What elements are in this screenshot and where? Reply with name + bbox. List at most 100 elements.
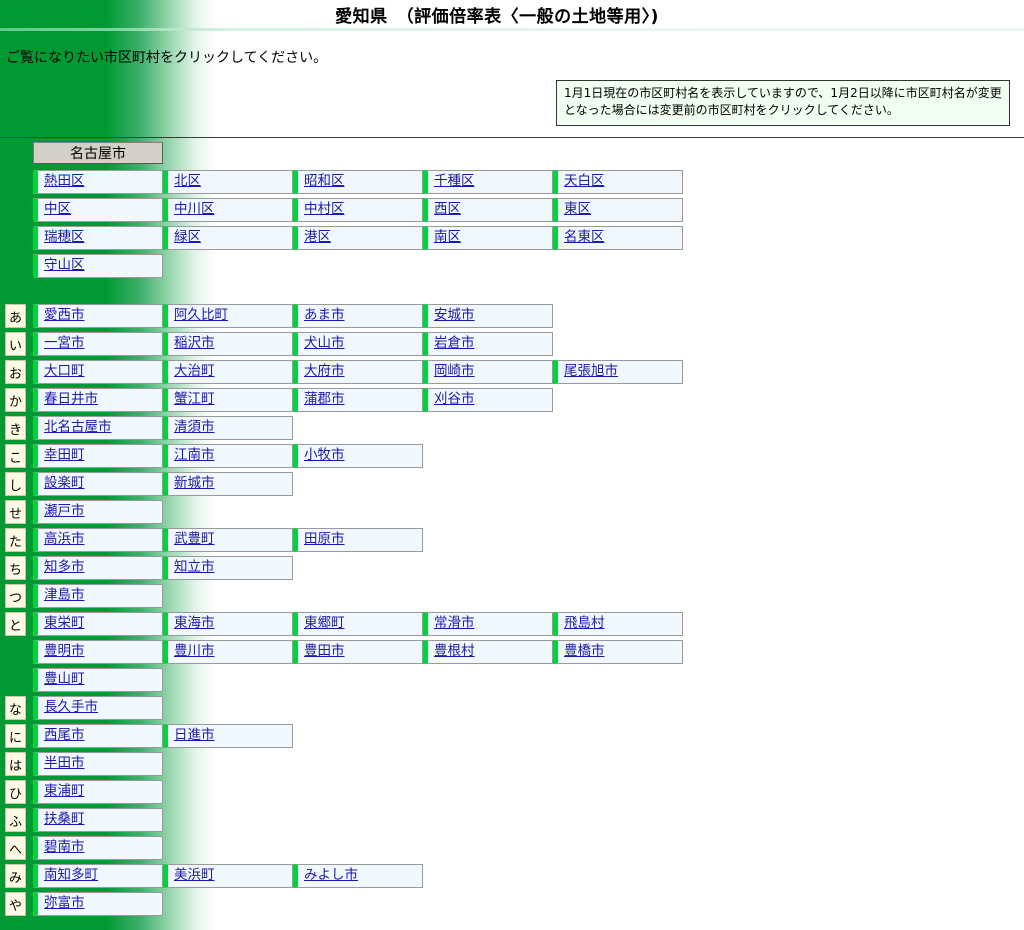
municipality-link-label[interactable]: 豊橋市 <box>564 645 605 659</box>
municipality-link-cell[interactable]: 東浦町 <box>33 780 163 804</box>
municipality-link-cell[interactable]: 東郷町 <box>293 612 423 636</box>
municipality-link-cell[interactable]: 長久手市 <box>33 696 163 720</box>
municipality-link-label[interactable]: 蟹江町 <box>174 393 215 407</box>
municipality-link-label[interactable]: 南知多町 <box>44 869 98 883</box>
municipality-link-cell[interactable]: 稲沢市 <box>163 332 293 356</box>
municipality-link-label[interactable]: 熱田区 <box>44 175 85 189</box>
municipality-link-label[interactable]: 豊明市 <box>44 645 85 659</box>
municipality-link-cell[interactable]: 扶桑町 <box>33 808 163 832</box>
municipality-link-label[interactable]: 瑞穂区 <box>44 231 85 245</box>
municipality-link-cell[interactable]: 岩倉市 <box>423 332 553 356</box>
municipality-link-label[interactable]: 江南市 <box>174 449 215 463</box>
municipality-link-cell[interactable]: 中川区 <box>163 198 293 222</box>
municipality-link-cell[interactable]: 弥富市 <box>33 892 163 916</box>
municipality-link-label[interactable]: 西区 <box>434 203 461 217</box>
municipality-link-label[interactable]: 知多市 <box>44 561 85 575</box>
municipality-link-cell[interactable]: 緑区 <box>163 226 293 250</box>
municipality-link-label[interactable]: 春日井市 <box>44 393 98 407</box>
municipality-link-label[interactable]: 阿久比町 <box>174 309 228 323</box>
municipality-link-cell[interactable]: 日進市 <box>163 724 293 748</box>
municipality-link-label[interactable]: 豊根村 <box>434 645 475 659</box>
municipality-link-cell[interactable]: 大府市 <box>293 360 423 384</box>
municipality-link-cell[interactable]: 蟹江町 <box>163 388 293 412</box>
municipality-link-label[interactable]: 西尾市 <box>44 729 85 743</box>
municipality-link-label[interactable]: 半田市 <box>44 757 85 771</box>
municipality-link-cell[interactable]: 岡崎市 <box>423 360 553 384</box>
municipality-link-cell[interactable]: 天白区 <box>553 170 683 194</box>
municipality-link-label[interactable]: 設楽町 <box>44 477 85 491</box>
municipality-link-cell[interactable]: 豊山町 <box>33 668 163 692</box>
municipality-link-cell[interactable]: 津島市 <box>33 584 163 608</box>
municipality-link-label[interactable]: 碧南市 <box>44 841 85 855</box>
municipality-link-cell[interactable]: 小牧市 <box>293 444 423 468</box>
municipality-link-cell[interactable]: 尾張旭市 <box>553 360 683 384</box>
municipality-link-cell[interactable]: 阿久比町 <box>163 304 293 328</box>
municipality-link-cell[interactable]: 千種区 <box>423 170 553 194</box>
municipality-link-cell[interactable]: 設楽町 <box>33 472 163 496</box>
municipality-link-cell[interactable]: 碧南市 <box>33 836 163 860</box>
municipality-link-cell[interactable]: 幸田町 <box>33 444 163 468</box>
municipality-link-label[interactable]: 中区 <box>44 203 71 217</box>
municipality-link-label[interactable]: 東区 <box>564 203 591 217</box>
municipality-link-label[interactable]: 中川区 <box>174 203 215 217</box>
municipality-link-label[interactable]: 岡崎市 <box>434 365 475 379</box>
municipality-link-cell[interactable]: 南知多町 <box>33 864 163 888</box>
municipality-link-cell[interactable]: 熱田区 <box>33 170 163 194</box>
municipality-link-cell[interactable]: 蒲郡市 <box>293 388 423 412</box>
municipality-link-cell[interactable]: 犬山市 <box>293 332 423 356</box>
municipality-link-label[interactable]: 北名古屋市 <box>44 421 112 435</box>
municipality-link-cell[interactable]: 港区 <box>293 226 423 250</box>
municipality-link-cell[interactable]: 春日井市 <box>33 388 163 412</box>
municipality-link-cell[interactable]: 知多市 <box>33 556 163 580</box>
municipality-link-label[interactable]: 中村区 <box>304 203 345 217</box>
municipality-link-cell[interactable]: 東区 <box>553 198 683 222</box>
municipality-link-label[interactable]: 美浜町 <box>174 869 215 883</box>
municipality-link-cell[interactable]: 北区 <box>163 170 293 194</box>
municipality-link-label[interactable]: 一宮市 <box>44 337 85 351</box>
municipality-link-cell[interactable]: 知立市 <box>163 556 293 580</box>
municipality-link-cell[interactable]: 清須市 <box>163 416 293 440</box>
municipality-link-label[interactable]: 東栄町 <box>44 617 85 631</box>
municipality-link-cell[interactable]: 大口町 <box>33 360 163 384</box>
municipality-link-label[interactable]: 豊山町 <box>44 673 85 687</box>
municipality-link-label[interactable]: 常滑市 <box>434 617 475 631</box>
municipality-link-label[interactable]: 清須市 <box>174 421 215 435</box>
municipality-link-cell[interactable]: あま市 <box>293 304 423 328</box>
municipality-link-cell[interactable]: 中村区 <box>293 198 423 222</box>
municipality-link-cell[interactable]: 守山区 <box>33 254 163 278</box>
municipality-link-label[interactable]: 知立市 <box>174 561 215 575</box>
municipality-link-label[interactable]: 港区 <box>304 231 331 245</box>
municipality-link-cell[interactable]: 豊田市 <box>293 640 423 664</box>
municipality-link-label[interactable]: 扶桑町 <box>44 813 85 827</box>
municipality-link-label[interactable]: 小牧市 <box>304 449 345 463</box>
municipality-link-label[interactable]: 新城市 <box>174 477 215 491</box>
municipality-link-label[interactable]: 守山区 <box>44 259 85 273</box>
municipality-link-label[interactable]: 安城市 <box>434 309 475 323</box>
municipality-link-cell[interactable]: 豊川市 <box>163 640 293 664</box>
municipality-link-label[interactable]: 長久手市 <box>44 701 98 715</box>
municipality-link-cell[interactable]: 刈谷市 <box>423 388 553 412</box>
municipality-link-cell[interactable]: 東栄町 <box>33 612 163 636</box>
municipality-link-cell[interactable]: 武豊町 <box>163 528 293 552</box>
municipality-link-cell[interactable]: 西区 <box>423 198 553 222</box>
municipality-link-cell[interactable]: 飛島村 <box>553 612 683 636</box>
municipality-link-label[interactable]: 岩倉市 <box>434 337 475 351</box>
municipality-link-cell[interactable]: 豊明市 <box>33 640 163 664</box>
municipality-link-label[interactable]: 稲沢市 <box>174 337 215 351</box>
municipality-link-cell[interactable]: 豊橋市 <box>553 640 683 664</box>
municipality-link-cell[interactable]: 大治町 <box>163 360 293 384</box>
municipality-link-label[interactable]: 幸田町 <box>44 449 85 463</box>
municipality-link-cell[interactable]: 江南市 <box>163 444 293 468</box>
municipality-link-label[interactable]: 北区 <box>174 175 201 189</box>
municipality-link-label[interactable]: 東郷町 <box>304 617 345 631</box>
municipality-link-label[interactable]: 日進市 <box>174 729 215 743</box>
municipality-link-label[interactable]: 高浜市 <box>44 533 85 547</box>
municipality-link-label[interactable]: 大治町 <box>174 365 215 379</box>
municipality-link-label[interactable]: 飛島村 <box>564 617 605 631</box>
municipality-link-cell[interactable]: 昭和区 <box>293 170 423 194</box>
municipality-link-label[interactable]: 大府市 <box>304 365 345 379</box>
municipality-link-cell[interactable]: 美浜町 <box>163 864 293 888</box>
municipality-link-cell[interactable]: 瀬戸市 <box>33 500 163 524</box>
municipality-link-label[interactable]: あま市 <box>304 309 345 323</box>
municipality-link-cell[interactable]: 半田市 <box>33 752 163 776</box>
